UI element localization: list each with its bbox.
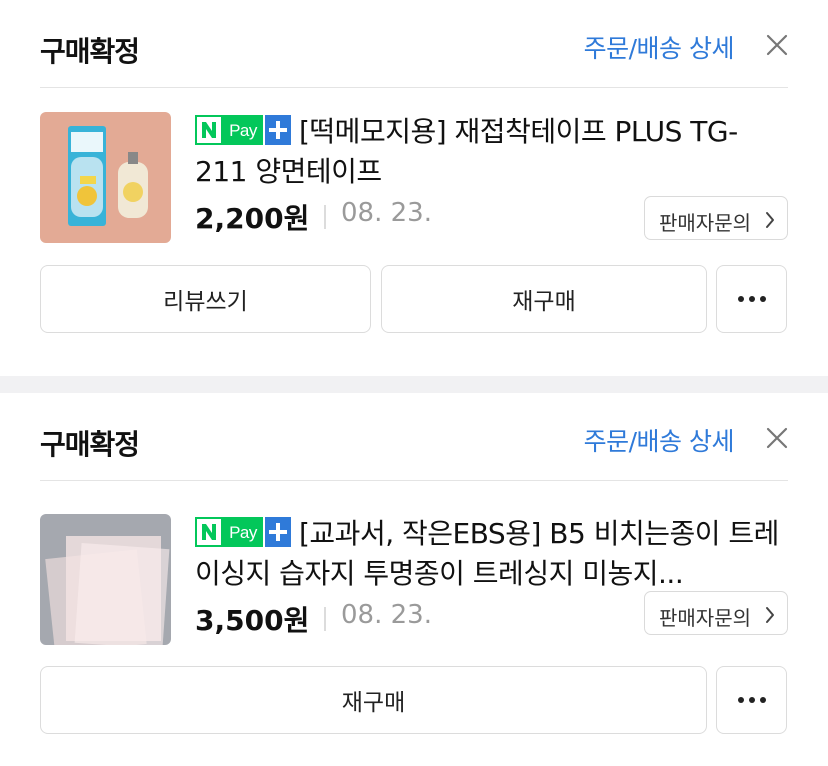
order-header: 구매확정 주문/배송 상세 <box>40 20 788 88</box>
write-review-button[interactable]: 리뷰쓰기 <box>40 265 371 333</box>
seller-inquiry-button[interactable]: 판매자문의 <box>644 591 788 635</box>
chevron-right-icon <box>765 210 775 234</box>
product-info: Pay [떡메모지용] 재접착테이프 PLUS TG-211 양면테이프 2,2… <box>195 112 788 240</box>
rebuy-button[interactable]: 재구매 <box>40 666 707 734</box>
npay-plus-badge: Pay <box>195 517 291 547</box>
seller-inquiry-button[interactable]: 판매자문의 <box>644 196 788 240</box>
product-thumbnail[interactable] <box>40 112 171 243</box>
product-title[interactable]: Pay [떡메모지용] 재접착테이프 PLUS TG-211 양면테이프 <box>195 112 788 192</box>
order-header: 구매확정 주문/배송 상세 <box>40 413 788 481</box>
close-icon[interactable] <box>766 427 788 449</box>
close-icon[interactable] <box>766 34 788 56</box>
product-price: 3,500원 <box>195 604 310 637</box>
product-title[interactable]: Pay [교과서, 작은EBS용] B5 비치는종이 트레이싱지 습자지 투명종… <box>195 514 788 594</box>
seller-inquiry-label: 판매자문의 <box>659 606 751 630</box>
product-thumbnail[interactable] <box>40 514 171 645</box>
seller-inquiry-label: 판매자문의 <box>659 211 751 235</box>
order-detail-link[interactable]: 주문/배송 상세 <box>584 29 735 65</box>
order-detail-link[interactable]: 주문/배송 상세 <box>584 422 735 458</box>
chevron-right-icon <box>765 605 775 629</box>
order-card-2: 구매확정 주문/배송 상세 Pay [교과서, 작은EBS용] B5 비치는종이… <box>0 393 828 766</box>
order-date: 08. 23. <box>341 198 432 228</box>
more-button[interactable] <box>716 666 787 734</box>
order-date: 08. 23. <box>341 600 432 630</box>
order-status: 구매확정 <box>40 428 140 461</box>
order-card-1: 구매확정 주문/배송 상세 Pay [떡메모지용] 재접착테이프 PLUS TG… <box>0 0 828 376</box>
price-date-separator <box>324 205 326 229</box>
product-info: Pay [교과서, 작은EBS용] B5 비치는종이 트레이싱지 습자지 투명종… <box>195 514 788 637</box>
more-button[interactable] <box>716 265 787 333</box>
rebuy-button[interactable]: 재구매 <box>381 265 707 333</box>
npay-pay-text: Pay <box>229 523 258 542</box>
more-dots-icon <box>737 296 766 302</box>
price-date-separator <box>324 607 326 631</box>
product-price: 2,200원 <box>195 202 310 235</box>
section-divider <box>0 376 828 393</box>
order-status: 구매확정 <box>40 35 140 68</box>
more-dots-icon <box>737 697 766 703</box>
npay-pay-text: Pay <box>229 121 258 140</box>
npay-plus-badge: Pay <box>195 115 291 145</box>
